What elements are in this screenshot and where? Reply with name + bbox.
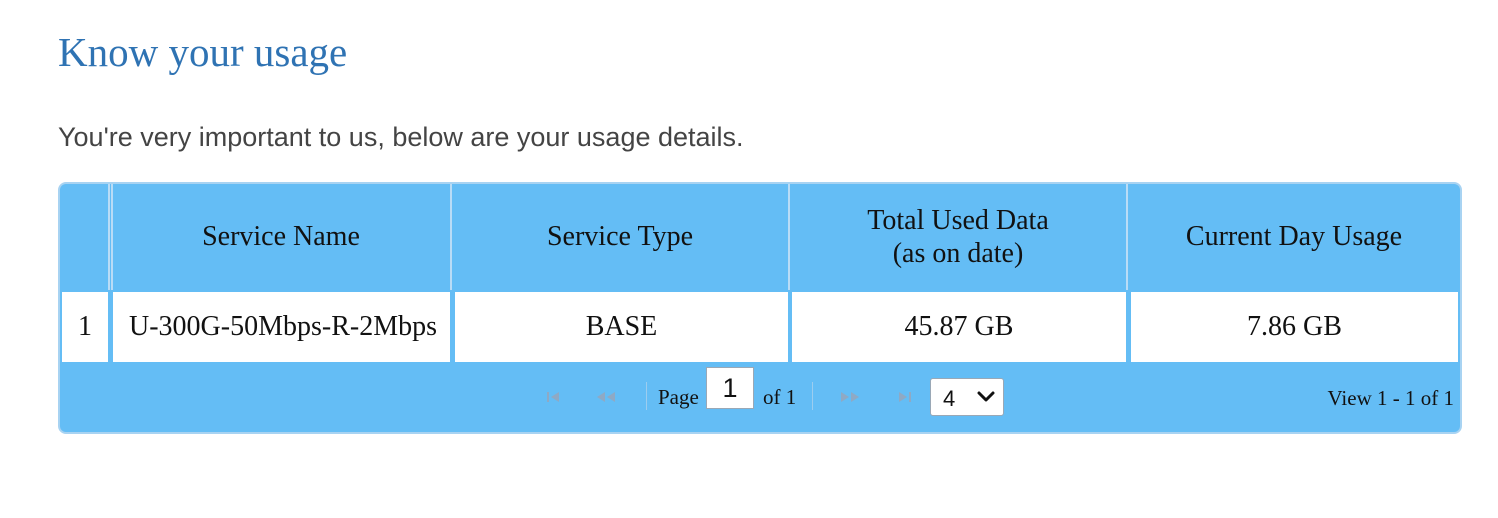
page-label: Page	[658, 385, 699, 409]
rows-per-page-value: 4	[943, 386, 956, 411]
page-subtitle: You're very important to us, below are y…	[58, 122, 744, 152]
pager: Page of 1 4 View 1 - 1 of 1	[60, 364, 1460, 432]
pager-separator	[646, 382, 647, 410]
rows-per-page-select[interactable]: 4	[930, 378, 1004, 416]
page-count-label: of 1	[763, 385, 797, 409]
usage-table: Service Name Service Type Total Used Dat…	[58, 182, 1462, 434]
column-header-service-type[interactable]: Service Type	[452, 184, 788, 290]
page-title: Know your usage	[58, 29, 348, 75]
current-day-usage-cell: 7.86 GB	[1131, 292, 1458, 362]
last-page-icon[interactable]	[894, 386, 914, 408]
chevron-down-icon	[977, 391, 995, 402]
column-header-total-used-data[interactable]: Total Used Data (as on date)	[790, 184, 1126, 290]
previous-page-icon[interactable]	[594, 386, 618, 408]
pager-separator	[812, 382, 813, 410]
next-page-icon[interactable]	[838, 386, 862, 408]
first-page-icon[interactable]	[546, 386, 566, 408]
table-row[interactable]: 1 U-300G-50Mbps-R-2Mbps BASE 45.87 GB 7.…	[60, 290, 1460, 364]
column-header-service-name[interactable]: Service Name	[112, 184, 450, 290]
row-number: 1	[62, 292, 108, 362]
service-name-cell: U-300G-50Mbps-R-2Mbps	[113, 292, 450, 362]
column-divider	[108, 184, 110, 292]
total-used-data-cell: 45.87 GB	[792, 292, 1126, 362]
page-number-input[interactable]	[706, 367, 754, 409]
column-header-current-day-usage[interactable]: Current Day Usage	[1128, 184, 1460, 290]
records-view-text: View 1 - 1 of 1	[1327, 386, 1454, 410]
service-type-cell: BASE	[455, 292, 788, 362]
